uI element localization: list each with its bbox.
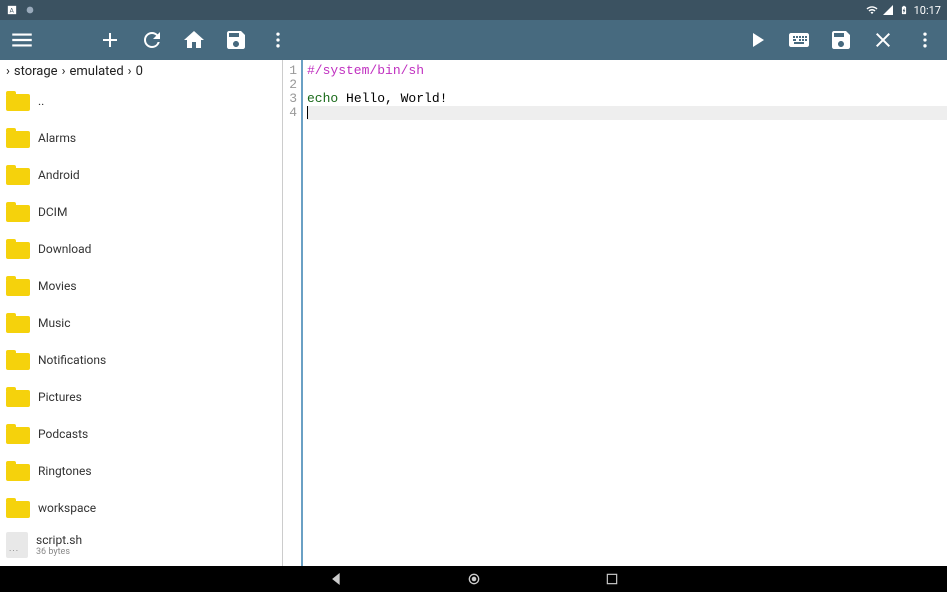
file-size: 36 bytes (36, 547, 82, 557)
file-item[interactable]: Podcasts (0, 415, 282, 452)
code-segment: echo (307, 91, 338, 106)
android-nav-bar (0, 566, 947, 592)
file-browser-sidebar: › storage › emulated › 0 .. Alarms Android… (0, 60, 283, 566)
file-name: Alarms (38, 131, 76, 145)
code-line[interactable]: echo Hello, World! (307, 92, 947, 106)
file-item[interactable]: Movies (0, 267, 282, 304)
app-toolbar (0, 20, 947, 60)
file-item[interactable]: Alarms (0, 119, 282, 156)
folder-icon (6, 498, 30, 518)
file-item[interactable]: Download (0, 230, 282, 267)
add-button[interactable] (96, 26, 124, 54)
breadcrumb-part: storage (14, 64, 58, 79)
line-number: 3 (283, 92, 297, 106)
file-item[interactable]: Ringtones (0, 452, 282, 489)
more-button-left[interactable] (264, 26, 292, 54)
code-line[interactable] (307, 78, 947, 92)
file-name: Download (38, 242, 91, 256)
file-name: Android (38, 168, 80, 182)
home-button[interactable] (180, 26, 208, 54)
status-dot-icon (24, 4, 36, 16)
file-name: script.sh (36, 533, 82, 547)
file-name: Movies (38, 279, 77, 293)
save-button-right[interactable] (827, 26, 855, 54)
line-gutter: 1234 (283, 60, 303, 566)
code-segment: Hello, World! (338, 91, 447, 106)
breadcrumb-sep: › (62, 64, 66, 79)
folder-icon (6, 239, 30, 259)
file-item[interactable]: Notifications (0, 341, 282, 378)
file-item[interactable]: workspace (0, 489, 282, 526)
status-app-icon: A (6, 4, 18, 16)
file-name: .. (38, 94, 44, 108)
breadcrumb-sep: › (6, 64, 10, 79)
line-number: 1 (283, 64, 297, 78)
folder-icon (6, 91, 30, 111)
nav-recent-button[interactable] (603, 570, 621, 588)
code-line[interactable]: #/system/bin/sh (307, 64, 947, 78)
line-number: 4 (283, 106, 297, 120)
file-name: Music (38, 316, 70, 330)
file-name: Podcasts (38, 427, 88, 441)
save-button-left[interactable] (222, 26, 250, 54)
folder-icon (6, 424, 30, 444)
hamburger-menu-button[interactable] (8, 26, 36, 54)
file-name: workspace (38, 501, 96, 515)
file-item[interactable]: script.sh36 bytes (0, 526, 282, 563)
wifi-icon (866, 4, 878, 16)
file-item[interactable]: Pictures (0, 378, 282, 415)
folder-icon (6, 313, 30, 333)
file-item[interactable]: Music (0, 304, 282, 341)
code-segment: #/system/bin/sh (307, 63, 424, 78)
file-name: Notifications (38, 353, 106, 367)
file-item[interactable]: Android (0, 156, 282, 193)
file-list[interactable]: .. Alarms Android DCIM Download Movies Music No… (0, 82, 282, 566)
code-line[interactable] (307, 106, 947, 120)
breadcrumb-sep: › (128, 64, 132, 79)
close-button[interactable] (869, 26, 897, 54)
refresh-button[interactable] (138, 26, 166, 54)
signal-icon (882, 4, 894, 16)
breadcrumb-part: 0 (136, 64, 143, 79)
folder-icon (6, 350, 30, 370)
svg-text:A: A (10, 7, 15, 15)
nav-back-button[interactable] (327, 570, 345, 588)
folder-icon (6, 202, 30, 222)
battery-icon (898, 4, 910, 16)
folder-icon (6, 128, 30, 148)
file-icon (6, 532, 28, 558)
breadcrumb-part: emulated (69, 64, 123, 79)
nav-home-button[interactable] (465, 570, 483, 588)
file-name: Ringtones (38, 464, 92, 478)
editor-content[interactable]: #/system/bin/sh echo Hello, World! (303, 60, 947, 566)
folder-icon (6, 461, 30, 481)
file-name: Pictures (38, 390, 82, 404)
keyboard-button[interactable] (785, 26, 813, 54)
line-number: 2 (283, 78, 297, 92)
file-name: DCIM (38, 205, 67, 219)
file-item[interactable]: .. (0, 82, 282, 119)
code-editor[interactable]: 1234 #/system/bin/sh echo Hello, World! (283, 60, 947, 566)
folder-icon (6, 276, 30, 296)
run-button[interactable] (743, 26, 771, 54)
main-area: › storage › emulated › 0 .. Alarms Android… (0, 60, 947, 566)
more-button-right[interactable] (911, 26, 939, 54)
text-cursor (307, 106, 308, 119)
file-item[interactable]: DCIM (0, 193, 282, 230)
status-time: 10:17 (914, 4, 941, 17)
android-status-bar: A 10:17 (0, 0, 947, 20)
folder-icon (6, 387, 30, 407)
breadcrumb[interactable]: › storage › emulated › 0 (0, 60, 282, 82)
folder-icon (6, 165, 30, 185)
